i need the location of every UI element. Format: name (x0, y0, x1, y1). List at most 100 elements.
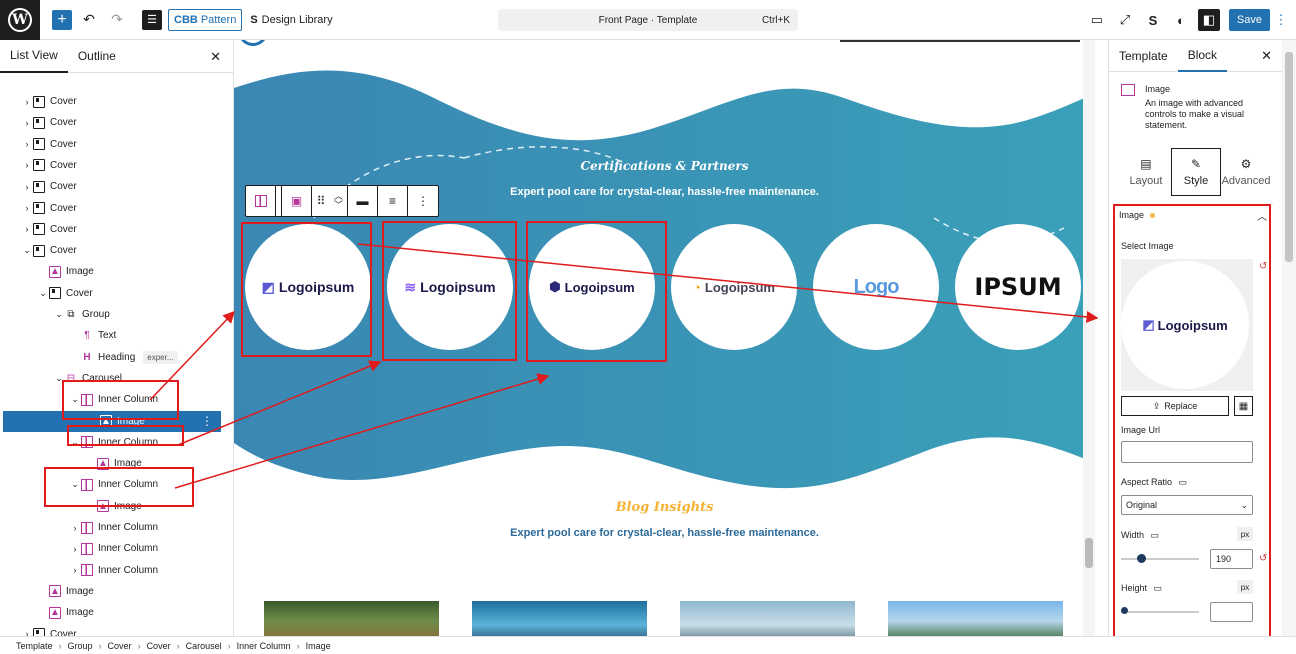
chevron-right-icon[interactable]: › (69, 544, 81, 554)
blog-image-3[interactable] (680, 601, 855, 636)
list-view-row[interactable]: › Inner Column (0, 517, 222, 538)
canvas-scrollbar[interactable] (1083, 40, 1095, 636)
scrollbar-thumb[interactable] (1285, 52, 1293, 262)
scrollbar-thumb[interactable] (1085, 538, 1093, 568)
tab-template[interactable]: Template (1109, 40, 1178, 72)
blog-image-2[interactable] (472, 601, 647, 636)
chevron-down-icon[interactable]: ⌄ (69, 479, 81, 490)
media-library-icon[interactable]: ▦ (1234, 396, 1253, 416)
list-view-row[interactable]: ▲ Image (0, 496, 222, 517)
list-view-row[interactable]: ⌄ Cover (0, 240, 222, 261)
blog-subtitle[interactable]: Expert pool care for crystal-clear, hass… (234, 527, 1095, 539)
chevron-down-icon[interactable]: ⌄ (21, 245, 33, 256)
list-view-row[interactable]: ▲ Image ⋮ (3, 410, 221, 432)
tab-style[interactable]: ✎ Style (1170, 148, 1222, 196)
pattern-button[interactable]: CBB Pattern (168, 8, 243, 31)
fullscreen-icon[interactable]: ⤢ (1114, 9, 1136, 31)
blog-image-4[interactable] (888, 601, 1063, 636)
breadcrumb-item[interactable]: Cover (147, 641, 171, 651)
sidebar-scrollbar[interactable] (1282, 40, 1296, 636)
list-view-row[interactable]: › Cover (0, 155, 222, 176)
options-menu-icon[interactable]: ⋮ (1270, 12, 1292, 28)
editor-canvas[interactable]: Certifications & Partners Expert pool ca… (234, 40, 1095, 636)
text-align-icon[interactable]: ≡ (378, 186, 408, 216)
desktop-preview-icon[interactable]: ▭ (1086, 9, 1108, 31)
height-slider-track[interactable] (1121, 611, 1199, 613)
reset-image-icon[interactable]: ↺ (1259, 261, 1267, 272)
section-header[interactable]: Image (1119, 210, 1156, 220)
list-view-button[interactable]: ☰ (142, 9, 162, 30)
chevron-down-icon[interactable]: ⌄ (53, 309, 65, 320)
list-view-row[interactable]: ▲ Image (0, 453, 222, 474)
breadcrumb-item[interactable]: Cover (108, 641, 132, 651)
aspect-ratio-select[interactable]: Original ⌄ (1121, 495, 1253, 515)
list-view-row[interactable]: › Cover (0, 176, 222, 197)
chevron-right-icon[interactable]: › (21, 629, 33, 636)
logo-image-2[interactable]: ≋ Logoipsum (387, 224, 513, 350)
list-view-row[interactable]: › Inner Column (0, 560, 222, 581)
command-palette-bar[interactable]: Front Page · Template Ctrl+K (498, 9, 798, 31)
row-options-icon[interactable]: ⋮ (201, 414, 213, 428)
image-block-icon[interactable]: ▣ (282, 186, 312, 216)
list-view-row[interactable]: ¶ Text (0, 325, 222, 346)
chevron-right-icon[interactable]: › (21, 139, 33, 149)
width-slider-track[interactable] (1121, 558, 1199, 560)
list-view-row[interactable]: ▲ Image (0, 581, 222, 602)
reset-width-icon[interactable]: ↺ (1259, 553, 1267, 564)
save-button[interactable]: Save (1228, 9, 1270, 31)
list-view-row[interactable]: ⌄ ⧉ Group (0, 304, 222, 325)
chevron-down-icon[interactable]: ⌄ (53, 373, 65, 384)
collapse-icon[interactable]: ︿ (1257, 208, 1267, 223)
tab-block[interactable]: Block (1177, 40, 1228, 72)
height-unit[interactable]: px (1237, 580, 1253, 594)
chevron-right-icon[interactable]: › (21, 118, 33, 128)
inner-column-parent-button[interactable] (246, 186, 276, 216)
logo-image-5[interactable]: Logo (813, 224, 939, 350)
design-library-button[interactable]: S Design Library (250, 14, 332, 26)
replace-button[interactable]: ⇪ Replace (1121, 396, 1229, 416)
list-view-row[interactable]: ⌄ Inner Column (0, 474, 222, 495)
height-slider-thumb[interactable] (1121, 607, 1128, 614)
list-view-row[interactable]: ⌄ Cover (0, 283, 222, 304)
redo-icon[interactable]: ↷ (106, 7, 128, 33)
width-input[interactable]: 190 (1210, 549, 1253, 569)
chevron-right-icon[interactable]: › (69, 523, 81, 533)
logo-image-6[interactable]: IPSUM (955, 224, 1081, 350)
tab-layout[interactable]: ▤ Layout (1121, 148, 1171, 196)
blog-image-1[interactable] (264, 601, 439, 636)
list-view-row[interactable]: › Cover (0, 198, 222, 219)
width-unit[interactable]: px (1237, 527, 1253, 541)
close-icon[interactable]: ✕ (210, 49, 221, 65)
chevron-right-icon[interactable]: › (21, 203, 33, 213)
wordpress-logo[interactable]: W (0, 0, 40, 40)
logo-image-1[interactable]: ◩ Logoipsum (245, 224, 371, 350)
chevron-down-icon[interactable]: ⌄ (37, 288, 49, 299)
chevron-right-icon[interactable]: › (21, 182, 33, 192)
list-view-row[interactable]: ⌄ Inner Column (0, 432, 222, 453)
drag-handle-icon[interactable]: ⠿ (312, 186, 330, 216)
move-up-down-icon[interactable]: ︿ ﹀ (330, 186, 348, 216)
list-view-row[interactable]: H Heading exper... (0, 347, 222, 368)
list-view-row[interactable]: › Cover (0, 134, 222, 155)
stackable-settings-icon[interactable]: S (1142, 9, 1164, 31)
more-options-icon[interactable]: ⋮ (408, 186, 438, 216)
settings-sidebar-icon[interactable]: ◧ (1197, 9, 1220, 31)
tab-advanced[interactable]: ⚙ Advanced (1221, 148, 1271, 196)
list-view-row[interactable]: ⌄ ⊟ Carousel (0, 368, 222, 389)
list-view-row[interactable]: ▲ Image (0, 261, 222, 282)
add-block-button[interactable]: + (52, 9, 72, 30)
chevron-down-icon[interactable]: ⌄ (69, 394, 81, 405)
styles-contrast-icon[interactable]: ◐ (1170, 9, 1192, 31)
width-slider-thumb[interactable] (1136, 554, 1146, 563)
tab-outline[interactable]: Outline (68, 40, 126, 73)
chevron-right-icon[interactable]: › (21, 160, 33, 170)
blog-title[interactable]: Blog Insights (234, 500, 1095, 515)
chevron-down-icon[interactable]: ⌄ (69, 437, 81, 448)
breadcrumb-item[interactable]: Carousel (186, 641, 222, 651)
image-preview[interactable]: ◩ Logoipsum (1121, 259, 1253, 391)
chevron-right-icon[interactable]: › (21, 97, 33, 107)
align-icon[interactable]: ▬ (348, 186, 378, 216)
list-view-row[interactable]: ▲ Image (0, 602, 222, 623)
breadcrumb-item[interactable]: Image (306, 641, 331, 651)
certifications-title[interactable]: Certifications & Partners (234, 159, 1095, 173)
